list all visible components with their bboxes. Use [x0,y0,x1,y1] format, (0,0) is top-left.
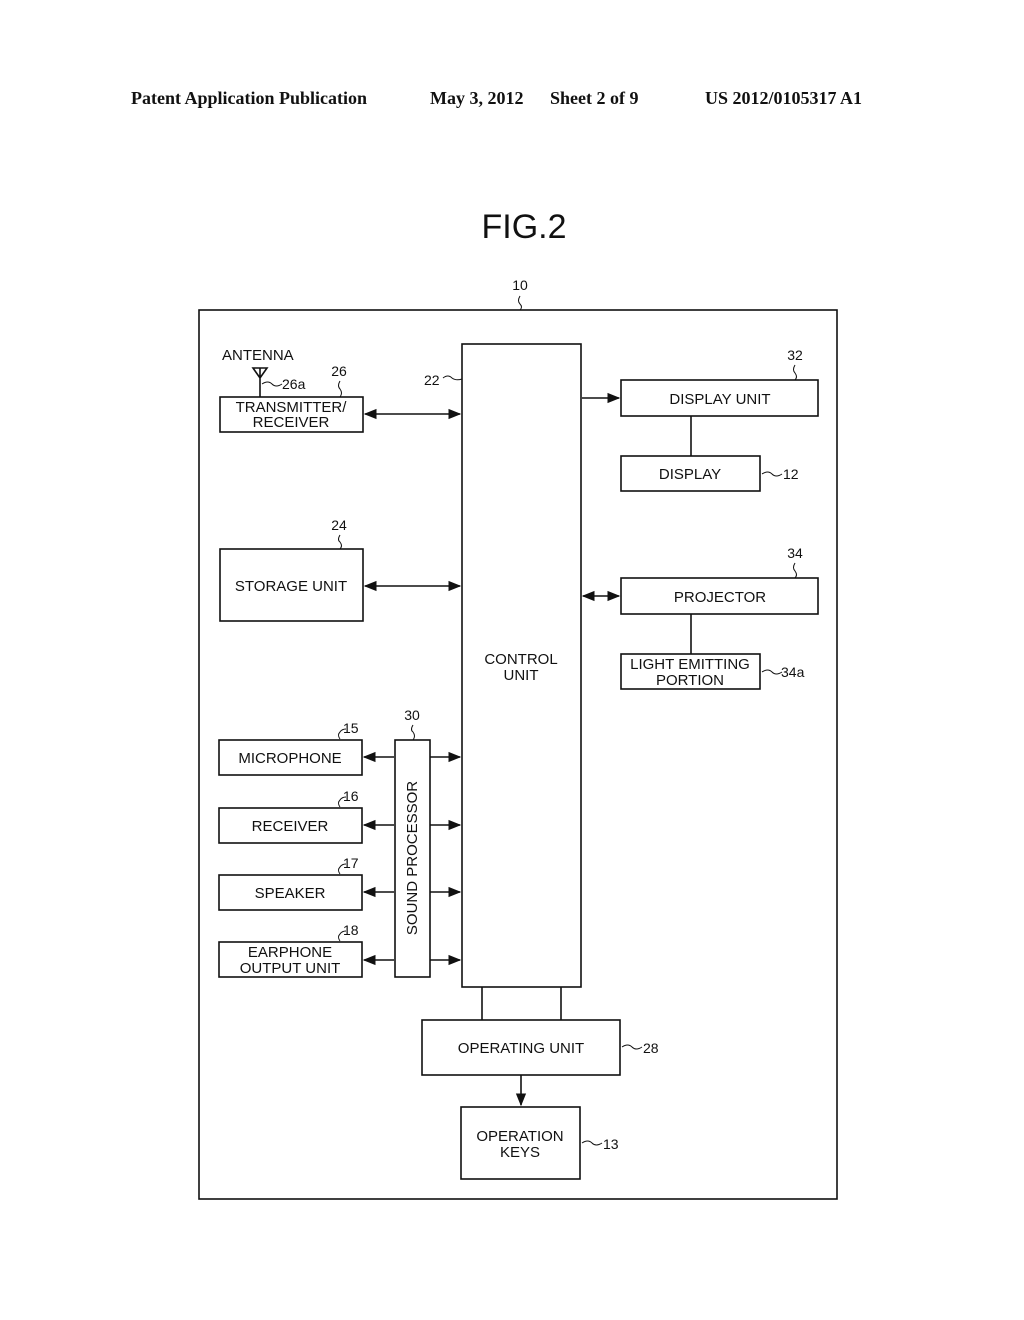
light-emitting-ref: 34a [781,664,805,680]
operating-unit-label: OPERATING UNIT [458,1040,584,1057]
leader-line [581,1140,603,1146]
operation-keys-ref: 13 [603,1136,619,1152]
earphone-label-2: OUTPUT UNIT [240,960,341,977]
leader-line [761,471,783,477]
control-unit-label-1: CONTROL [484,651,557,668]
control-unit-block: CONTROL UNIT 22 [424,343,582,988]
leader-line [793,562,797,579]
speaker-ref: 17 [343,855,359,871]
leader-line [621,1044,643,1050]
transmitter-receiver-ref: 26 [331,363,347,379]
antenna-label: ANTENNA [222,347,294,364]
display-ref: 12 [783,466,799,482]
block-diagram: FIG.2 10 ANTENNA 26a TRANSMITTER/ RECEIV… [198,208,838,1200]
device-ref: 10 [512,277,528,293]
light-emitting-portion-block: LIGHT EMITTING PORTION 34a [620,653,805,690]
microphone-ref: 15 [343,720,359,736]
leader-line [518,295,522,311]
sound-processor-label: SOUND PROCESSOR [404,781,421,935]
sound-processor-ref: 30 [404,707,420,723]
figure-title: FIG.2 [481,208,566,246]
leader-line [761,669,783,675]
operation-keys-block: OPERATION KEYS 13 [460,1106,619,1180]
operating-unit-block: OPERATING UNIT 28 [421,987,659,1107]
microphone-label: MICROPHONE [238,750,341,767]
operation-keys-label-2: KEYS [500,1144,540,1161]
speaker-block: SPEAKER 17 [218,855,394,911]
control-unit-ref: 22 [424,372,440,388]
operating-unit-ref: 28 [643,1040,659,1056]
operation-keys-label-1: OPERATION [476,1128,563,1145]
leader-line [261,381,283,387]
display-block: DISPLAY 12 [620,455,799,492]
antenna-ref: 26a [282,376,306,392]
earphone-ref: 18 [343,922,359,938]
display-unit-block: DISPLAY UNIT 32 [582,347,819,456]
projector-block: PROJECTOR 34 [581,545,819,654]
display-unit-label: DISPLAY UNIT [669,391,770,408]
microphone-block: MICROPHONE 15 [218,720,394,776]
light-emitting-label-2: PORTION [656,672,724,689]
antenna-block: ANTENNA 26a [222,347,306,397]
leader-line [411,724,415,741]
sound-processor-block: SOUND PROCESSOR 30 [394,707,462,978]
leader-line [793,364,797,381]
projector-label: PROJECTOR [674,589,766,606]
leader-line [442,375,463,381]
speaker-label: SPEAKER [255,885,326,902]
leader-line [338,534,342,550]
display-label: DISPLAY [659,466,721,483]
earphone-label-1: EARPHONE [248,944,332,961]
display-unit-ref: 32 [787,347,803,363]
receiver-ref: 16 [343,788,359,804]
projector-ref: 34 [787,545,803,561]
control-unit-label-2: UNIT [504,667,539,684]
receiver-label: RECEIVER [252,818,329,835]
earphone-output-unit-block: EARPHONE OUTPUT UNIT 18 [218,922,394,978]
storage-unit-ref: 24 [331,517,347,533]
transmitter-receiver-label-2: RECEIVER [253,414,330,431]
storage-unit-label: STORAGE UNIT [235,578,347,595]
leader-line [338,380,342,398]
storage-unit-block: STORAGE UNIT 24 [219,517,462,622]
light-emitting-label-1: LIGHT EMITTING [630,656,750,673]
receiver-block: RECEIVER 16 [218,788,394,844]
